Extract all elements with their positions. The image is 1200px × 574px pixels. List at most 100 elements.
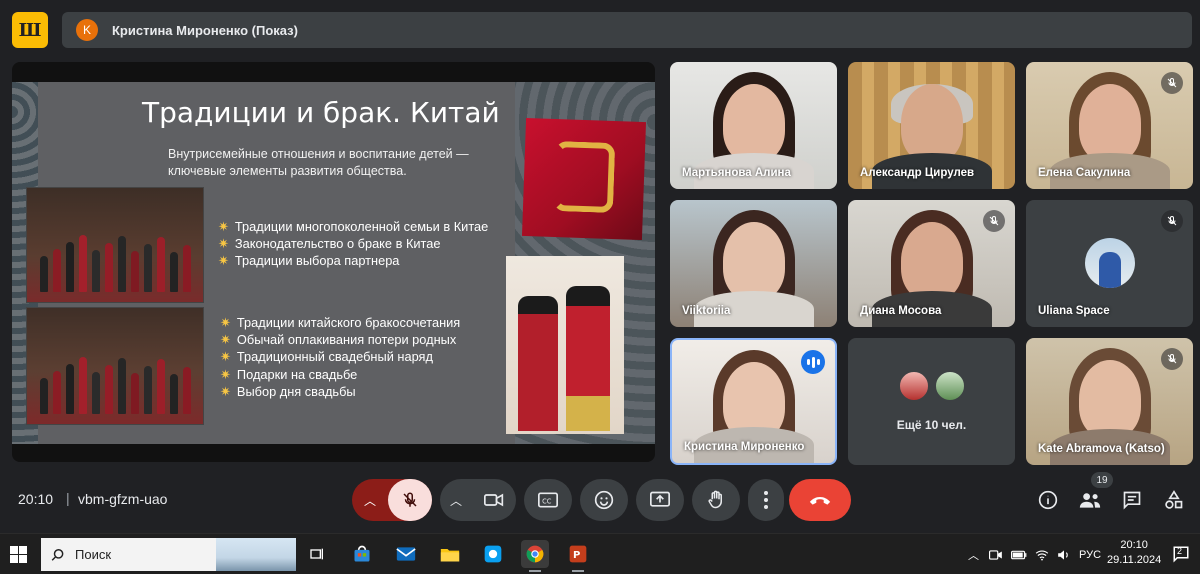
search-placeholder: Поиск xyxy=(75,547,112,562)
info-icon xyxy=(1038,490,1058,510)
present-screen-button[interactable] xyxy=(636,479,684,521)
meet-logo: Ш xyxy=(12,12,48,48)
bullet-item: ✷ Подарки на свадьбе xyxy=(220,366,358,382)
svg-text:CC: CC xyxy=(542,497,552,505)
windows-taskbar: Поиск P ︿ РУС 20:10 29.11.2024 2 xyxy=(0,533,1200,574)
photo-figure xyxy=(78,235,87,292)
photo-figure xyxy=(156,359,165,414)
participant-name: Елена Сакулина xyxy=(1038,167,1131,179)
photo-figure xyxy=(52,371,61,414)
participant-tile[interactable]: Диана Мосова xyxy=(848,200,1015,327)
mail-icon[interactable] xyxy=(392,540,420,568)
task-view-icon[interactable] xyxy=(303,540,331,568)
photo-figure xyxy=(169,374,178,414)
photo-figure xyxy=(117,236,126,292)
wedding-photo xyxy=(506,256,624,434)
speaking-indicator-icon xyxy=(801,350,825,374)
presentation-slide: Традиции и брак. Китай Внутрисемейные от… xyxy=(12,82,655,444)
slide-bullets-2: ✷ Традиции китайского бракосочетания ✷ Обы… xyxy=(220,314,460,400)
captions-icon: CC xyxy=(538,492,558,508)
camera-icon xyxy=(484,493,504,507)
camera-button[interactable] xyxy=(472,492,516,508)
star-icon: ✷ xyxy=(218,236,229,252)
mic-off-icon xyxy=(1161,348,1183,370)
wifi-icon[interactable] xyxy=(1035,549,1049,561)
captions-button[interactable]: CC xyxy=(524,479,572,521)
photo-figure xyxy=(130,373,139,414)
presentation-banner[interactable]: K Кристина Мироненко (Показ) xyxy=(62,12,1192,48)
chrome-icon[interactable] xyxy=(521,540,549,572)
participant-tile[interactable]: Елена Сакулина xyxy=(1026,62,1193,189)
svg-text:P: P xyxy=(573,550,580,561)
more-vertical-icon xyxy=(764,491,768,509)
participant-name: Александр Цирулев xyxy=(860,167,975,179)
windows-start-icon[interactable] xyxy=(10,546,27,563)
photo-figure xyxy=(117,358,126,414)
star-icon: ✷ xyxy=(220,349,231,365)
chevron-up-icon[interactable]: ︿ xyxy=(440,492,472,509)
camera-control[interactable]: ︿ xyxy=(440,479,516,521)
divider: | xyxy=(66,490,70,506)
photo-figure xyxy=(78,357,87,414)
participant-name: Мартьянова Алина xyxy=(682,167,791,179)
mic-off-button[interactable] xyxy=(388,479,432,521)
participant-tile[interactable]: Viiktoriia xyxy=(670,200,837,327)
volume-icon[interactable] xyxy=(1057,549,1071,561)
participant-tile[interactable]: Мартьянова Алина xyxy=(670,62,837,189)
store-icon[interactable] xyxy=(348,540,376,568)
input-language[interactable]: РУС xyxy=(1079,549,1101,561)
photo-figure xyxy=(52,249,61,292)
raise-hand-button[interactable] xyxy=(692,479,740,521)
participant-tile[interactable]: Александр Цирулев xyxy=(848,62,1015,189)
photo-figure xyxy=(91,372,100,414)
chat-button[interactable] xyxy=(1120,488,1144,512)
participants-button[interactable] xyxy=(1078,488,1102,512)
photo-figure xyxy=(65,364,74,414)
meeting-clock: 20:10 xyxy=(18,491,54,507)
search-icon xyxy=(51,548,64,561)
leave-call-button[interactable] xyxy=(789,479,851,521)
photo-figure xyxy=(130,251,139,292)
taskbar-clock[interactable]: 20:10 29.11.2024 xyxy=(1107,538,1161,568)
powerpoint-icon[interactable]: P xyxy=(564,540,592,572)
battery-icon[interactable] xyxy=(1011,550,1027,560)
file-explorer-icon[interactable] xyxy=(436,540,464,568)
reactions-button[interactable] xyxy=(580,479,628,521)
activities-button[interactable] xyxy=(1162,488,1186,512)
participants-count-badge: 19 xyxy=(1091,472,1113,488)
participant-avatar xyxy=(933,370,966,402)
photo-figure xyxy=(156,237,165,292)
star-icon: ✷ xyxy=(220,315,231,330)
bullet-item: ✷ Традиции китайского бракосочетания xyxy=(220,315,461,330)
notifications-icon[interactable]: 2 xyxy=(1172,545,1190,563)
chevron-up-icon[interactable]: ︿ xyxy=(968,547,979,563)
photo-figure xyxy=(65,242,74,292)
microphone-control[interactable]: ︿ xyxy=(352,479,432,521)
participant-tile-active[interactable]: Кристина Мироненко xyxy=(670,338,837,465)
star-icon: ✷ xyxy=(220,366,231,382)
participant-tile[interactable]: Kate Abramova (Katso) xyxy=(1026,338,1193,465)
participant-name: Kate Abramova (Katso) xyxy=(1038,443,1165,455)
taskbar-search[interactable]: Поиск xyxy=(41,538,296,571)
participant-name: Uliana Space xyxy=(1038,305,1110,317)
photo-figure xyxy=(91,250,100,292)
family-photo-2 xyxy=(26,307,204,425)
star-icon: ✷ xyxy=(220,383,231,399)
photos-app-icon[interactable] xyxy=(479,540,507,568)
chevron-up-icon[interactable]: ︿ xyxy=(352,492,388,509)
more-participants-label: Ещё 10 чел. xyxy=(896,418,967,432)
participant-avatar xyxy=(1084,238,1135,288)
chat-icon xyxy=(1123,491,1141,510)
meet-tray-icon[interactable] xyxy=(989,549,1003,561)
more-participants-tile[interactable]: Ещё 10 чел. xyxy=(848,338,1015,465)
star-icon: ✷ xyxy=(218,253,229,269)
photo-figure xyxy=(39,256,48,292)
presenter-avatar: K xyxy=(76,19,98,41)
participant-tile[interactable]: Uliana Space xyxy=(1026,200,1193,327)
family-photo-1 xyxy=(26,187,204,303)
meeting-code: vbm-gfzm-uao xyxy=(78,491,168,507)
meeting-info-button[interactable] xyxy=(1036,488,1060,512)
photo-figure xyxy=(143,366,152,414)
slide-subtitle: Внутрисемейные отношения и воспитание де… xyxy=(168,147,469,178)
more-options-button[interactable] xyxy=(748,479,784,521)
